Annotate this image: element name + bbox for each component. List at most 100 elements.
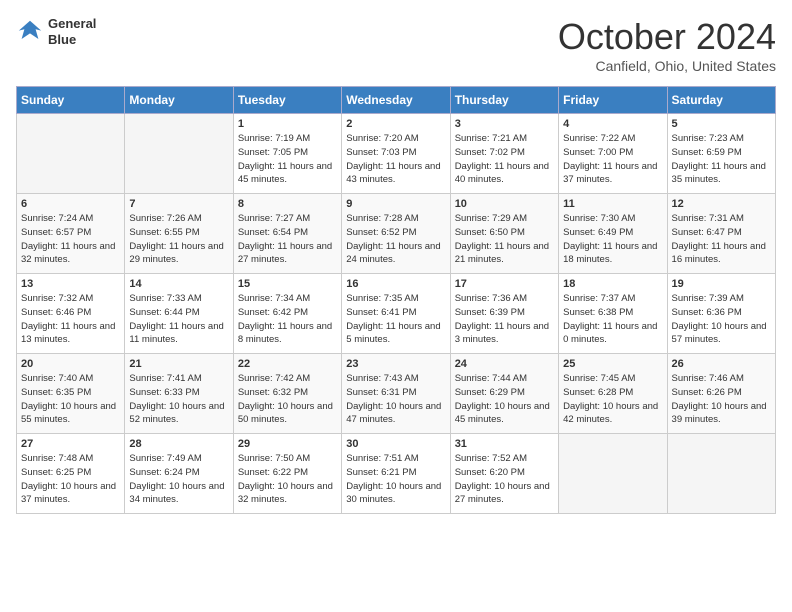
- calendar-cell: 20 Sunrise: 7:40 AMSunset: 6:35 PMDayligh…: [17, 354, 125, 434]
- col-header-friday: Friday: [559, 87, 667, 114]
- calendar-cell: [667, 434, 775, 514]
- calendar-cell: 15 Sunrise: 7:34 AMSunset: 6:42 PMDayligh…: [233, 274, 341, 354]
- day-number: 2: [346, 118, 445, 130]
- calendar-cell: 21 Sunrise: 7:41 AMSunset: 6:33 PMDayligh…: [125, 354, 233, 434]
- day-info: Sunrise: 7:20 AMSunset: 7:03 PMDaylight:…: [346, 132, 445, 187]
- day-number: 16: [346, 278, 445, 290]
- day-info: Sunrise: 7:43 AMSunset: 6:31 PMDaylight:…: [346, 372, 445, 427]
- calendar-week-row: 27 Sunrise: 7:48 AMSunset: 6:25 PMDayligh…: [17, 434, 776, 514]
- day-info: Sunrise: 7:46 AMSunset: 6:26 PMDaylight:…: [672, 372, 771, 427]
- day-number: 17: [455, 278, 554, 290]
- calendar-cell: 19 Sunrise: 7:39 AMSunset: 6:36 PMDayligh…: [667, 274, 775, 354]
- day-number: 19: [672, 278, 771, 290]
- day-number: 26: [672, 358, 771, 370]
- logo-line2: Blue: [48, 32, 96, 48]
- calendar-header-row: SundayMondayTuesdayWednesdayThursdayFrid…: [17, 87, 776, 114]
- col-header-monday: Monday: [125, 87, 233, 114]
- day-info: Sunrise: 7:22 AMSunset: 7:00 PMDaylight:…: [563, 132, 662, 187]
- calendar-cell: [125, 114, 233, 194]
- month-title: October 2024: [558, 16, 776, 58]
- day-info: Sunrise: 7:50 AMSunset: 6:22 PMDaylight:…: [238, 452, 337, 507]
- day-number: 7: [129, 198, 228, 210]
- calendar-cell: 28Sunrise: 7:49 AMSunset: 6:24 PMDayligh…: [125, 434, 233, 514]
- calendar-table: SundayMondayTuesdayWednesdayThursdayFrid…: [16, 86, 776, 514]
- calendar-body: 1Sunrise: 7:19 AMSunset: 7:05 PMDaylight…: [17, 114, 776, 514]
- day-number: 20: [21, 358, 120, 370]
- day-info: Sunrise: 7:51 AMSunset: 6:21 PMDaylight:…: [346, 452, 445, 507]
- day-number: 10: [455, 198, 554, 210]
- day-number: 24: [455, 358, 554, 370]
- day-info: Sunrise: 7:42 AMSunset: 6:32 PMDaylight:…: [238, 372, 337, 427]
- day-info: Sunrise: 7:31 AMSunset: 6:47 PMDaylight:…: [672, 212, 771, 267]
- calendar-cell: 30 Sunrise: 7:51 AMSunset: 6:21 PMDayligh…: [342, 434, 450, 514]
- day-number: 18: [563, 278, 662, 290]
- day-number: 28: [129, 438, 228, 450]
- day-info: Sunrise: 7:33 AMSunset: 6:44 PMDaylight:…: [129, 292, 228, 347]
- calendar-cell: 10 Sunrise: 7:29 AMSunset: 6:50 PMDayligh…: [450, 194, 558, 274]
- col-header-thursday: Thursday: [450, 87, 558, 114]
- day-info: Sunrise: 7:35 AMSunset: 6:41 PMDaylight:…: [346, 292, 445, 347]
- day-info: Sunrise: 7:19 AMSunset: 7:05 PMDaylight:…: [238, 132, 337, 187]
- day-info: Sunrise: 7:21 AMSunset: 7:02 PMDaylight:…: [455, 132, 554, 187]
- calendar-cell: 8Sunrise: 7:27 AMSunset: 6:54 PMDaylight…: [233, 194, 341, 274]
- day-info: Sunrise: 7:39 AMSunset: 6:36 PMDaylight:…: [672, 292, 771, 347]
- day-info: Sunrise: 7:41 AMSunset: 6:33 PMDaylight:…: [129, 372, 228, 427]
- calendar-cell: 12 Sunrise: 7:31 AMSunset: 6:47 PMDayligh…: [667, 194, 775, 274]
- calendar-cell: 4 Sunrise: 7:22 AMSunset: 7:00 PMDaylight…: [559, 114, 667, 194]
- calendar-cell: 1Sunrise: 7:19 AMSunset: 7:05 PMDaylight…: [233, 114, 341, 194]
- calendar-cell: 26 Sunrise: 7:46 AMSunset: 6:26 PMDayligh…: [667, 354, 775, 434]
- col-header-wednesday: Wednesday: [342, 87, 450, 114]
- calendar-cell: 18 Sunrise: 7:37 AMSunset: 6:38 PMDayligh…: [559, 274, 667, 354]
- day-info: Sunrise: 7:36 AMSunset: 6:39 PMDaylight:…: [455, 292, 554, 347]
- col-header-sunday: Sunday: [17, 87, 125, 114]
- day-info: Sunrise: 7:24 AMSunset: 6:57 PMDaylight:…: [21, 212, 120, 267]
- day-info: Sunrise: 7:32 AMSunset: 6:46 PMDaylight:…: [21, 292, 120, 347]
- calendar-cell: 24 Sunrise: 7:44 AMSunset: 6:29 PMDayligh…: [450, 354, 558, 434]
- calendar-week-row: 1Sunrise: 7:19 AMSunset: 7:05 PMDaylight…: [17, 114, 776, 194]
- col-header-saturday: Saturday: [667, 87, 775, 114]
- calendar-cell: 2 Sunrise: 7:20 AMSunset: 7:03 PMDaylight…: [342, 114, 450, 194]
- day-number: 4: [563, 118, 662, 130]
- logo: General Blue: [16, 16, 96, 47]
- calendar-cell: 27 Sunrise: 7:48 AMSunset: 6:25 PMDayligh…: [17, 434, 125, 514]
- calendar-cell: 7Sunrise: 7:26 AMSunset: 6:55 PMDaylight…: [125, 194, 233, 274]
- day-number: 31: [455, 438, 554, 450]
- calendar-cell: 23Sunrise: 7:43 AMSunset: 6:31 PMDayligh…: [342, 354, 450, 434]
- calendar-cell: 31Sunrise: 7:52 AMSunset: 6:20 PMDayligh…: [450, 434, 558, 514]
- col-header-tuesday: Tuesday: [233, 87, 341, 114]
- calendar-cell: [17, 114, 125, 194]
- day-info: Sunrise: 7:48 AMSunset: 6:25 PMDaylight:…: [21, 452, 120, 507]
- logo-line1: General: [48, 16, 96, 32]
- day-number: 15: [238, 278, 337, 290]
- day-info: Sunrise: 7:29 AMSunset: 6:50 PMDaylight:…: [455, 212, 554, 267]
- calendar-cell: 22Sunrise: 7:42 AMSunset: 6:32 PMDayligh…: [233, 354, 341, 434]
- day-number: 29: [238, 438, 337, 450]
- day-number: 30: [346, 438, 445, 450]
- day-number: 27: [21, 438, 120, 450]
- day-number: 21: [129, 358, 228, 370]
- logo-text: General Blue: [48, 16, 96, 47]
- logo-icon: [16, 18, 44, 46]
- location: Canfield, Ohio, United States: [558, 58, 776, 74]
- calendar-cell: [559, 434, 667, 514]
- calendar-cell: 9Sunrise: 7:28 AMSunset: 6:52 PMDaylight…: [342, 194, 450, 274]
- day-info: Sunrise: 7:23 AMSunset: 6:59 PMDaylight:…: [672, 132, 771, 187]
- day-number: 6: [21, 198, 120, 210]
- calendar-cell: 17 Sunrise: 7:36 AMSunset: 6:39 PMDayligh…: [450, 274, 558, 354]
- title-block: October 2024 Canfield, Ohio, United Stat…: [558, 16, 776, 74]
- day-info: Sunrise: 7:44 AMSunset: 6:29 PMDaylight:…: [455, 372, 554, 427]
- day-info: Sunrise: 7:30 AMSunset: 6:49 PMDaylight:…: [563, 212, 662, 267]
- day-number: 12: [672, 198, 771, 210]
- day-number: 9: [346, 198, 445, 210]
- day-number: 13: [21, 278, 120, 290]
- day-info: Sunrise: 7:37 AMSunset: 6:38 PMDaylight:…: [563, 292, 662, 347]
- calendar-cell: 11Sunrise: 7:30 AMSunset: 6:49 PMDayligh…: [559, 194, 667, 274]
- day-info: Sunrise: 7:34 AMSunset: 6:42 PMDaylight:…: [238, 292, 337, 347]
- day-number: 3: [455, 118, 554, 130]
- calendar-cell: 29 Sunrise: 7:50 AMSunset: 6:22 PMDayligh…: [233, 434, 341, 514]
- calendar-week-row: 20 Sunrise: 7:40 AMSunset: 6:35 PMDayligh…: [17, 354, 776, 434]
- calendar-cell: 13 Sunrise: 7:32 AMSunset: 6:46 PMDayligh…: [17, 274, 125, 354]
- calendar-cell: 25Sunrise: 7:45 AMSunset: 6:28 PMDayligh…: [559, 354, 667, 434]
- day-info: Sunrise: 7:40 AMSunset: 6:35 PMDaylight:…: [21, 372, 120, 427]
- calendar-cell: 5Sunrise: 7:23 AMSunset: 6:59 PMDaylight…: [667, 114, 775, 194]
